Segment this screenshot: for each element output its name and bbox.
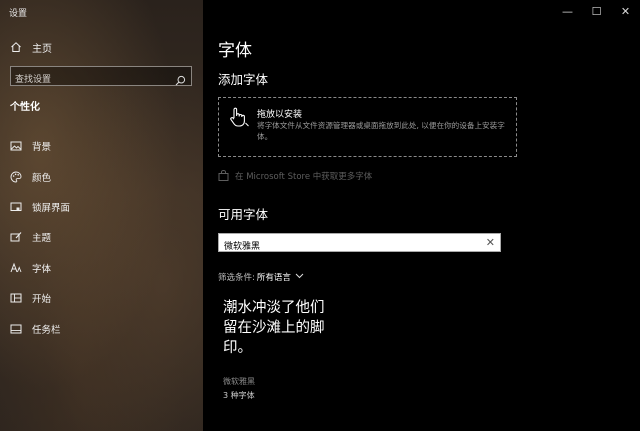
- font-card-microsoft-yahei[interactable]: 潮水冲淡了他们留在沙滩上的脚印。 微软雅黑 3 种字体: [223, 298, 333, 401]
- sidebar-item-label: 任务栏: [32, 324, 61, 336]
- sidebar-item-background[interactable]: 背景: [0, 131, 203, 161]
- brush-icon: [10, 231, 22, 243]
- section-title-personalization: 个性化: [10, 102, 40, 113]
- nav-list: 背景 颜色 锁屏界面 主题 字体 开始 任务栏: [0, 131, 203, 344]
- font-search-box[interactable]: ✕: [218, 233, 501, 254]
- main-content: 字体 添加字体 拖放以安装 将字体文件从文件资源管理器或桌面拖放到此处, 以便在…: [203, 0, 640, 431]
- sidebar-item-label: 主题: [32, 233, 52, 245]
- available-fonts-heading: 可用字体: [218, 207, 269, 222]
- sidebar-item-label: 开始: [32, 294, 52, 306]
- sidebar-item-start[interactable]: 开始: [0, 283, 203, 313]
- font-search-input[interactable]: [219, 237, 500, 254]
- filter-label: 筛选条件:: [218, 273, 255, 283]
- sidebar-item-label: 颜色: [32, 172, 52, 184]
- font-icon: [10, 262, 22, 274]
- palette-icon: [10, 171, 22, 183]
- settings-search-box[interactable]: [10, 66, 192, 89]
- window-controls: — ☐ ✕: [553, 0, 640, 22]
- sidebar-item-themes[interactable]: 主题: [0, 222, 203, 252]
- sidebar-item-fonts[interactable]: 字体: [0, 253, 203, 283]
- sidebar-item-label: 字体: [32, 263, 52, 275]
- page-title: 字体: [218, 41, 252, 61]
- dropzone-title: 拖放以安装: [257, 110, 303, 120]
- home-icon: [10, 38, 22, 57]
- sidebar-item-label: 锁屏界面: [32, 202, 71, 214]
- sidebar-item-label: 背景: [32, 142, 52, 154]
- close-button[interactable]: ✕: [611, 0, 640, 22]
- taskbar-icon: [10, 323, 22, 335]
- font-name: 微软雅黑: [223, 377, 255, 386]
- settings-search-input[interactable]: [11, 71, 191, 89]
- image-icon: [10, 140, 22, 152]
- maximize-button[interactable]: ☐: [582, 0, 611, 22]
- store-link-label: 在 Microsoft Store 中获取更多字体: [235, 171, 373, 182]
- language-filter[interactable]: 筛选条件: 所有语言: [218, 271, 304, 283]
- font-dropzone[interactable]: 拖放以安装 将字体文件从文件资源管理器或桌面拖放到此处, 以便在你的设备上安装字…: [218, 97, 517, 157]
- start-icon: [10, 292, 22, 304]
- dropzone-description: 将字体文件从文件资源管理器或桌面拖放到此处, 以便在你的设备上安装字体。: [257, 121, 505, 141]
- search-icon[interactable]: [175, 71, 186, 90]
- app-title: 设置: [9, 9, 28, 19]
- sidebar-item-lock-screen[interactable]: 锁屏界面: [0, 192, 203, 222]
- sidebar-item-taskbar[interactable]: 任务栏: [0, 313, 203, 343]
- sidebar-item-colors[interactable]: 颜色: [0, 161, 203, 191]
- nav-home[interactable]: 主页: [10, 39, 52, 55]
- font-preview-text: 潮水冲淡了他们留在沙滩上的脚印。: [223, 300, 325, 356]
- filter-value: 所有语言: [256, 273, 291, 283]
- minimize-button[interactable]: —: [553, 0, 582, 22]
- add-fonts-heading: 添加字体: [218, 72, 269, 87]
- store-bag-icon: [218, 166, 229, 185]
- clear-icon[interactable]: ✕: [486, 236, 495, 250]
- lock-screen-icon: [10, 201, 22, 213]
- nav-home-label: 主页: [32, 43, 52, 55]
- font-count: 3 种字体: [223, 391, 255, 400]
- chevron-down-icon: [295, 272, 304, 282]
- sidebar: 设置 主页 个性化 背景: [0, 0, 203, 431]
- hand-drop-icon: [228, 106, 250, 132]
- settings-window: 设置 主页 个性化 背景: [0, 0, 640, 431]
- store-link[interactable]: 在 Microsoft Store 中获取更多字体: [218, 166, 372, 185]
